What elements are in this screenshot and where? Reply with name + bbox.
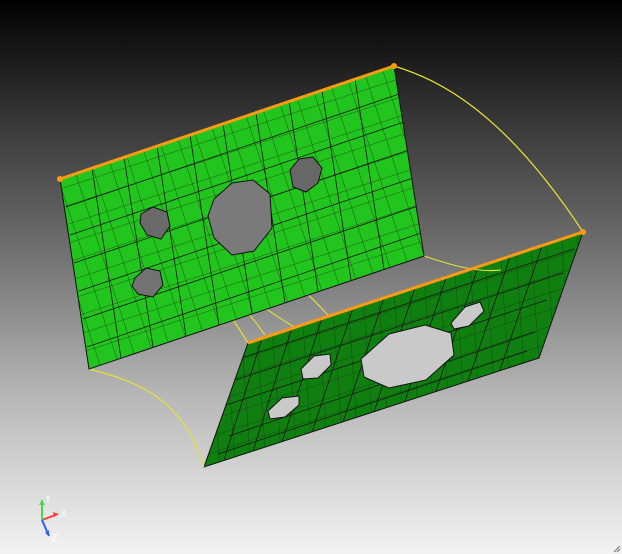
edge-vertex[interactable] [391, 63, 397, 69]
y-axis-label: Y [44, 494, 52, 505]
model-scene[interactable]: X Y Z [0, 0, 622, 554]
3d-viewport[interactable]: X Y Z [0, 0, 622, 554]
resize-grip-icon[interactable] [613, 545, 621, 553]
axis-triad: X Y Z [39, 494, 67, 544]
edge-vertex[interactable] [57, 176, 63, 182]
z-axis-label: Z [51, 533, 58, 544]
edge-vertex[interactable] [580, 229, 586, 235]
x-axis-label: X [60, 509, 67, 520]
